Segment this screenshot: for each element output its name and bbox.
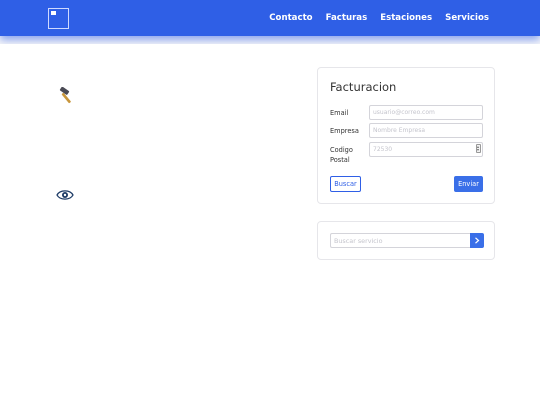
email-label: Email (330, 109, 349, 117)
postal-label-line2: Postal (330, 156, 350, 164)
chevron-right-icon (475, 237, 480, 244)
site-logo[interactable] (48, 8, 69, 29)
nav-link-estaciones[interactable]: Estaciones (380, 13, 432, 23)
hammer-icon (59, 87, 71, 104)
submit-button[interactable]: Enviar (454, 176, 483, 192)
email-field[interactable] (369, 105, 483, 120)
nav-links: Contacto Facturas Estaciones Servicios (269, 0, 489, 36)
billing-card: Facturacion Email Empresa Codigo Postal … (317, 67, 495, 204)
nav-link-servicios[interactable]: Servicios (445, 13, 489, 23)
billing-title: Facturacion (330, 80, 397, 94)
service-search-card (317, 221, 495, 260)
search-button[interactable]: Buscar (330, 176, 361, 192)
service-search-input[interactable] (330, 233, 470, 248)
postal-field-wrap (369, 142, 483, 157)
logo-mark (51, 11, 56, 15)
service-search-button[interactable] (470, 233, 484, 248)
nav-link-facturas[interactable]: Facturas (326, 13, 368, 23)
eye-icon (56, 190, 74, 200)
company-label: Empresa (330, 127, 359, 135)
postal-code-field[interactable] (369, 142, 483, 157)
company-field[interactable] (369, 123, 483, 138)
nav-link-contacto[interactable]: Contacto (269, 13, 312, 23)
postal-stepper[interactable] (476, 144, 481, 153)
postal-label-line1: Codigo (330, 146, 353, 154)
top-navbar: Contacto Facturas Estaciones Servicios (0, 0, 540, 36)
